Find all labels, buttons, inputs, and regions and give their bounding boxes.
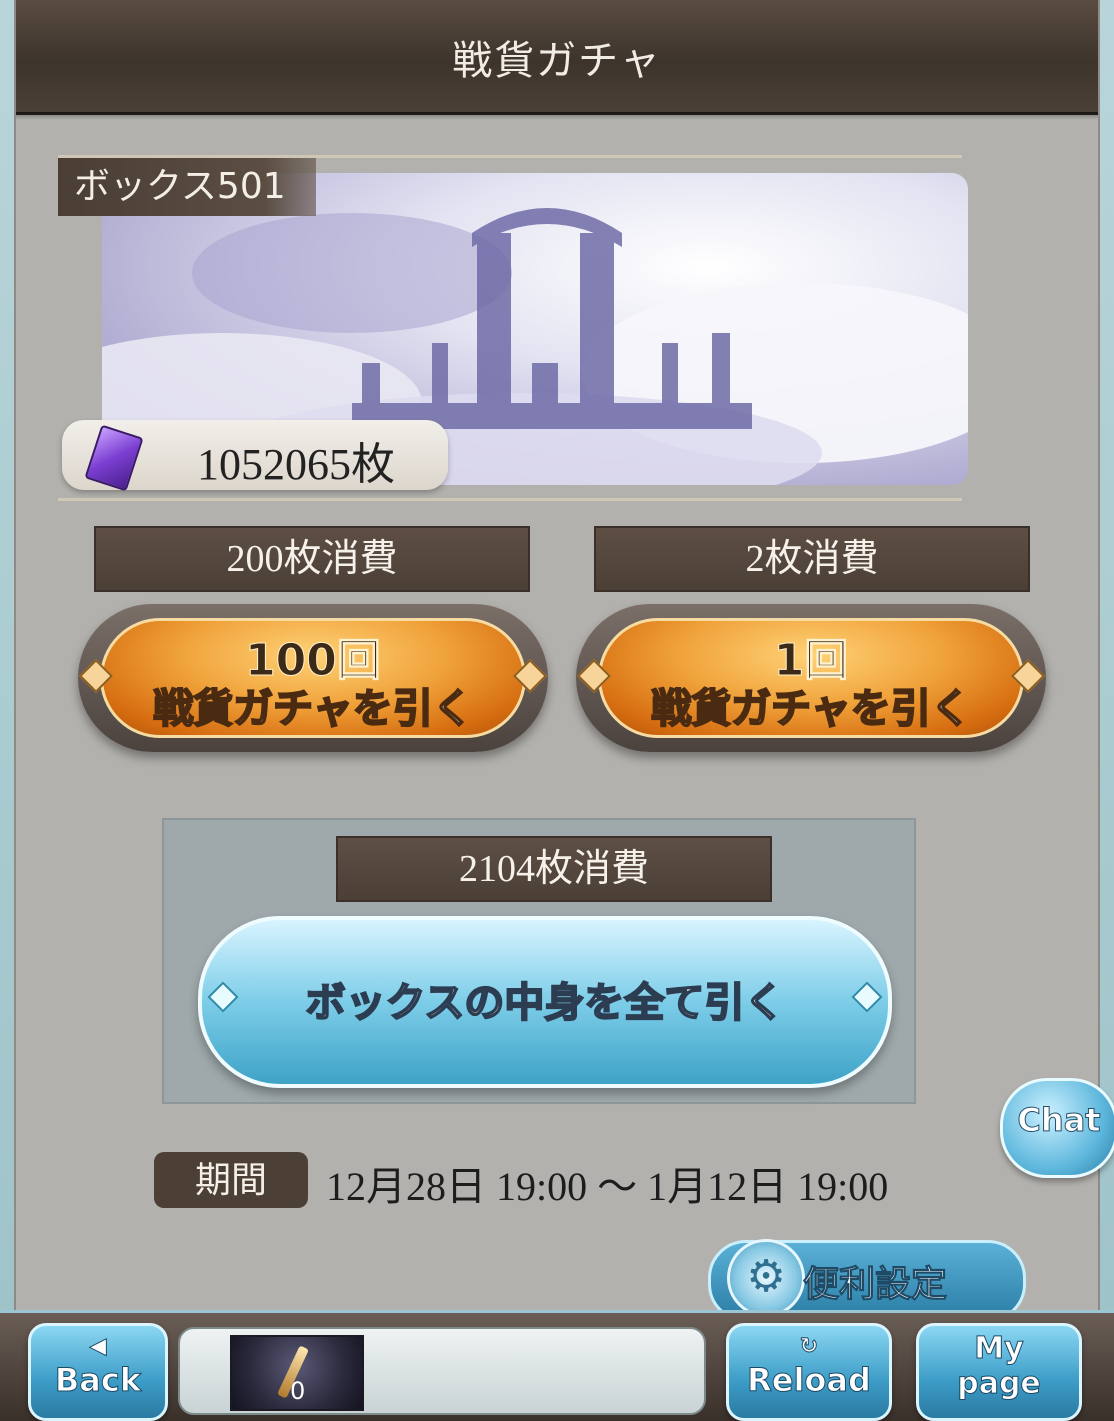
mypage-label-line1: My	[974, 1331, 1024, 1366]
period-badge: 期間	[154, 1152, 308, 1208]
draw-all-button[interactable]: ボックスの中身を全て引く	[198, 916, 892, 1088]
draw-all-section: 2104枚消費 ボックスの中身を全て引く	[162, 818, 916, 1104]
mypage-button[interactable]: My page	[916, 1323, 1082, 1421]
cost-label-1: 2枚消費	[594, 526, 1030, 592]
back-arrow-icon: ◀	[89, 1334, 107, 1360]
box-number-label: ボックス501	[58, 158, 316, 216]
title-bar: 戦貨ガチャ	[16, 0, 1098, 120]
page-title: 戦貨ガチャ	[452, 38, 662, 84]
period-dates: 12月28日 19:00 〜 1月12日 19:00	[326, 1164, 889, 1209]
draw-100-button[interactable]: 100回 戦貨ガチャを引く	[78, 604, 548, 752]
app-frame: 戦貨ガチャ ボックス501 1052065枚 200枚消費 100回 戦貨ガチャ…	[0, 0, 1114, 1421]
reload-button[interactable]: ↻ Reload	[726, 1323, 892, 1421]
draw-all-label: ボックスの中身を全て引く	[305, 979, 786, 1027]
currency-counter: 1052065枚	[62, 420, 448, 492]
draw-1-label: 戦貨ガチャを引く	[650, 685, 972, 733]
cost-label-all: 2104枚消費	[336, 836, 772, 902]
gear-icon: ⚙	[727, 1239, 805, 1317]
bottom-nav-bar: ◀ Back 0 ↻ Reload My page	[0, 1310, 1114, 1421]
status-bar: 0	[178, 1327, 706, 1415]
war-currency-ticket-icon	[84, 424, 144, 492]
cost-label-100: 200枚消費	[94, 526, 530, 592]
item-thumbnail[interactable]: 0	[230, 1335, 364, 1411]
chat-label: Chat	[1017, 1101, 1101, 1140]
draw-100-label: 戦貨ガチャを引く	[152, 685, 474, 733]
back-label: Back	[54, 1361, 142, 1400]
mypage-label-line2: page	[957, 1366, 1042, 1402]
reload-label: Reload	[747, 1361, 872, 1400]
item-count: 0	[290, 1377, 306, 1405]
currency-amount: 1052065枚	[197, 440, 395, 489]
back-button[interactable]: ◀ Back	[28, 1323, 168, 1421]
draw-1-button[interactable]: 1回 戦貨ガチャを引く	[576, 604, 1046, 752]
reload-icon: ↻	[799, 1334, 819, 1360]
chat-button[interactable]: Chat	[1000, 1078, 1114, 1178]
convenience-settings-label: 便利設定	[802, 1264, 948, 1306]
